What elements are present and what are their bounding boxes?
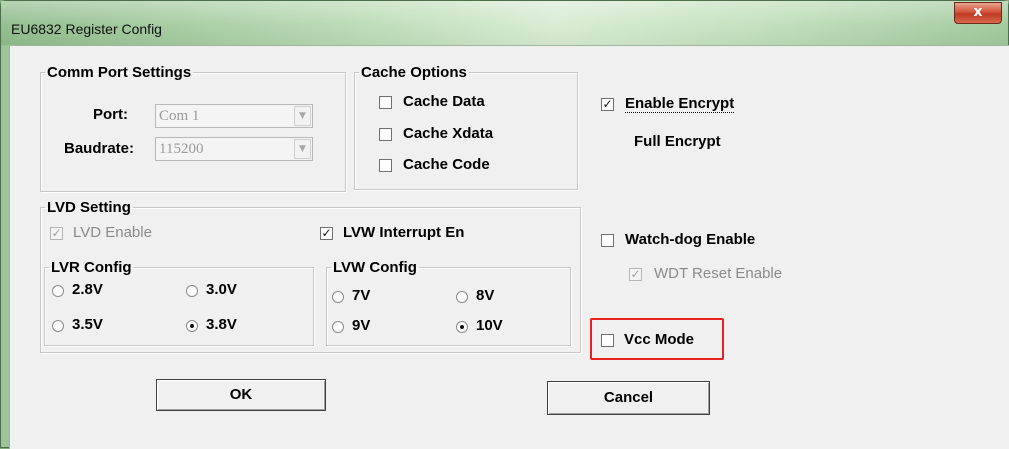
lvd-setting-legend: LVD Setting (47, 199, 131, 216)
lvw-interrupt-checkbox[interactable]: ✓ (320, 227, 333, 240)
lvw-option-label[interactable]: 8V (476, 287, 494, 304)
chevron-down-icon[interactable]: ▼ (294, 106, 311, 126)
lvw-radio-10v[interactable] (456, 321, 468, 333)
watchdog-enable-label[interactable]: Watch-dog Enable (625, 231, 755, 248)
lvw-radio-7v[interactable] (332, 291, 344, 303)
encrypt-mode-text: Full Encrypt (634, 133, 721, 150)
cache-data-label[interactable]: Cache Data (403, 93, 485, 110)
lvw-interrupt-label[interactable]: LVW Interrupt En (343, 224, 464, 241)
lvw-option-label[interactable]: 7V (352, 287, 370, 304)
cache-data-checkbox[interactable] (379, 96, 392, 109)
cache-xdata-label[interactable]: Cache Xdata (403, 125, 493, 142)
close-button[interactable]: x (954, 2, 1002, 24)
comm-port-legend: Comm Port Settings (47, 64, 192, 81)
cancel-button[interactable]: Cancel (547, 381, 710, 415)
lvw-radio-9v[interactable] (332, 321, 344, 333)
lvr-radio-3-8v[interactable] (186, 320, 198, 332)
cache-options-legend: Cache Options (361, 64, 467, 81)
lvr-option-label[interactable]: 2.8V (72, 281, 103, 298)
lvw-option-label[interactable]: 10V (476, 317, 503, 334)
wdt-reset-checkbox[interactable]: ✓ (629, 268, 642, 281)
lvr-radio-2-8v[interactable] (52, 285, 64, 297)
lvr-option-label[interactable]: 3.0V (206, 281, 237, 298)
lvr-radio-3-5v[interactable] (52, 320, 64, 332)
baudrate-label: Baudrate: (64, 140, 135, 157)
cache-code-checkbox[interactable] (379, 159, 392, 172)
port-label: Port: (93, 106, 128, 123)
lvw-radio-8v[interactable] (456, 291, 468, 303)
lvr-radio-3-0v[interactable] (186, 285, 198, 297)
baudrate-select[interactable]: 115200 ▼ (155, 137, 313, 161)
lvr-option-label[interactable]: 3.8V (206, 316, 237, 333)
dialog-client-area: Comm Port Settings Port: Com 1 ▼ Baudrat… (9, 45, 1009, 449)
chevron-down-icon[interactable]: ▼ (294, 139, 311, 159)
baudrate-select-value: 115200 (159, 141, 204, 157)
window-title: EU6832 Register Config (11, 21, 162, 37)
title-bar[interactable]: EU6832 Register Config x (1, 1, 1008, 45)
close-icon: x (973, 4, 983, 20)
dialog-window: EU6832 Register Config x Comm Port Setti… (0, 0, 1009, 449)
comm-port-group: Comm Port Settings (40, 64, 346, 192)
vcc-mode-highlight-box (590, 318, 724, 360)
lvw-config-legend: LVW Config (333, 259, 417, 276)
lvr-option-label[interactable]: 3.5V (72, 316, 103, 333)
enable-encrypt-checkbox[interactable]: ✓ (601, 98, 614, 111)
lvr-config-legend: LVR Config (51, 259, 132, 276)
port-select-value: Com 1 (159, 108, 200, 124)
lvw-option-label[interactable]: 9V (352, 317, 370, 334)
cache-code-label[interactable]: Cache Code (403, 156, 490, 173)
port-select[interactable]: Com 1 ▼ (155, 104, 313, 128)
cache-xdata-checkbox[interactable] (379, 128, 392, 141)
watchdog-enable-checkbox[interactable] (601, 234, 614, 247)
enable-encrypt-label[interactable]: Enable Encrypt (625, 95, 735, 113)
wdt-reset-label: WDT Reset Enable (654, 265, 783, 282)
lvd-enable-checkbox[interactable]: ✓ (50, 227, 63, 240)
lvd-enable-label: LVD Enable (73, 224, 152, 241)
ok-button[interactable]: OK (156, 379, 326, 411)
